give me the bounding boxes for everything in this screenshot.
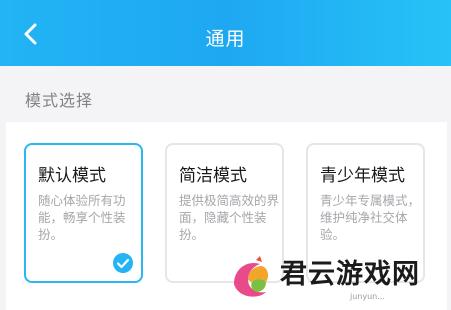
site-watermark: 君云游戏网 junyun... [222,248,451,310]
mode-card-default[interactable]: 默认模式 随心体验所有功能，畅享个性装扮。 [24,143,143,283]
mode-card-description: 随心体验所有功能，畅享个性装扮。 [38,193,126,242]
mode-card-title: 简洁模式 [179,166,247,186]
mode-card-description: 青少年专属模式，维护纯净社交体验。 [320,193,421,242]
watermark-logo-icon [234,256,269,297]
mode-card-description: 提供极简高效的界面，隐藏个性装扮。 [179,193,280,242]
watermark-text: 君云游戏网 [280,259,420,290]
mode-card-title: 青少年模式 [320,166,405,186]
section-label-mode-select: 模式选择 [25,91,94,110]
selected-check-badge [113,253,133,273]
mode-card-title: 默认模式 [38,166,106,186]
page-title: 通用 [205,28,246,50]
top-app-bar: 通用 [0,0,451,66]
checkmark-icon [116,258,130,269]
watermark-url: junyun... [350,292,385,301]
